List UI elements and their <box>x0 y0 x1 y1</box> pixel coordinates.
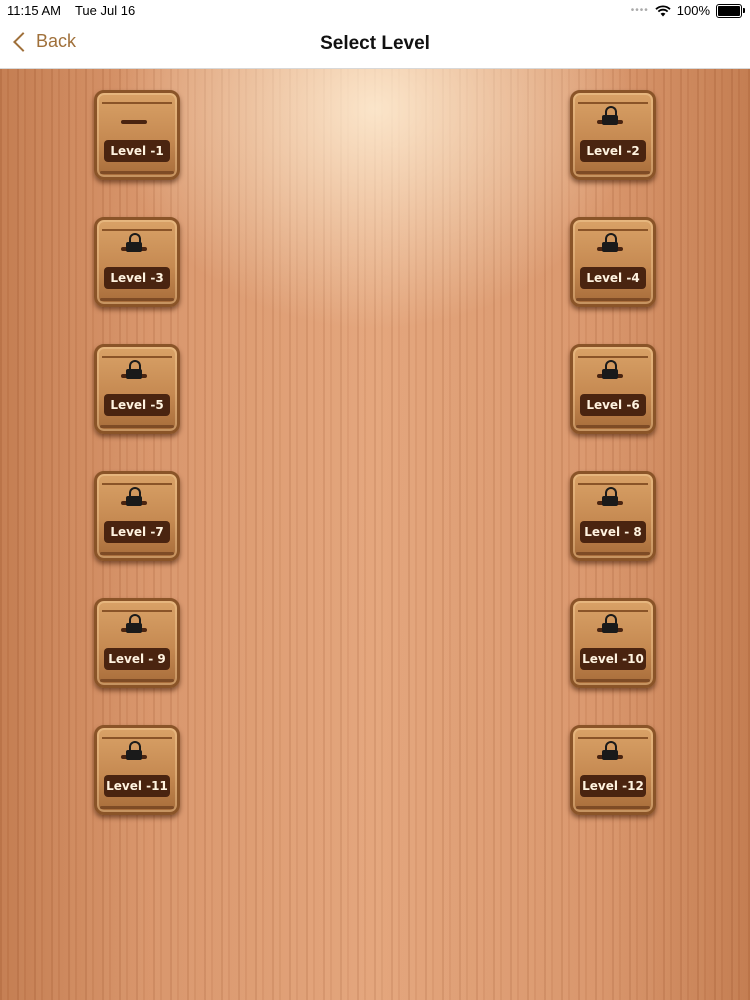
level-tile-lid <box>578 602 648 612</box>
level-label: Level -2 <box>580 140 646 162</box>
battery-percent: 100% <box>676 3 710 18</box>
level-tile-lid <box>578 221 648 231</box>
level-tile-lid <box>102 221 172 231</box>
level-label: Level -1 <box>104 140 170 162</box>
level-tile-lid <box>578 348 648 358</box>
level-tile-base <box>100 806 174 809</box>
level-tile-2[interactable]: Level -2 <box>570 90 656 180</box>
level-tile-6[interactable]: Level -6 <box>570 344 656 434</box>
level-tile-lid <box>102 94 172 104</box>
lock-icon <box>126 487 142 506</box>
level-tile-base <box>576 425 650 428</box>
level-tile-lid <box>578 94 648 104</box>
battery-icon <box>716 3 745 18</box>
level-tile-base <box>576 298 650 301</box>
status-right: •••• 100% <box>630 3 745 18</box>
lock-icon <box>126 233 142 252</box>
level-label: Level -10 <box>580 648 646 670</box>
lock-icon <box>126 360 142 379</box>
level-tile-11[interactable]: Level -11 <box>94 725 180 815</box>
lock-icon <box>602 614 618 633</box>
lock-icon <box>602 106 618 125</box>
level-tile-base <box>100 425 174 428</box>
wifi-icon <box>655 4 671 16</box>
level-tile-lid <box>102 475 172 485</box>
level-label: Level -3 <box>104 267 170 289</box>
level-label: Level -4 <box>580 267 646 289</box>
status-time: 11:15 AM <box>7 3 61 18</box>
level-tile-base <box>100 679 174 682</box>
level-tile-3[interactable]: Level -3 <box>94 217 180 307</box>
lock-icon <box>602 741 618 760</box>
level-tile-lid <box>102 729 172 739</box>
status-left: 11:15 AM Tue Jul 16 <box>7 3 149 18</box>
level-tile-lid <box>102 602 172 612</box>
level-tile-base <box>576 679 650 682</box>
level-tile-5[interactable]: Level -5 <box>94 344 180 434</box>
level-label: Level - 9 <box>104 648 170 670</box>
level-tile-1[interactable]: Level -1 <box>94 90 180 180</box>
level-tile-9[interactable]: Level - 9 <box>94 598 180 688</box>
lock-icon <box>602 360 618 379</box>
level-tile-base <box>576 171 650 174</box>
page-title: Select Level <box>320 33 430 54</box>
level-tile-8[interactable]: Level - 8 <box>570 471 656 561</box>
status-date: Tue Jul 16 <box>74 3 136 18</box>
level-label: Level -12 <box>580 775 646 797</box>
level-tile-base <box>576 806 650 809</box>
level-tile-lid <box>578 729 648 739</box>
lock-icon <box>126 741 142 760</box>
level-tile-12[interactable]: Level -12 <box>570 725 656 815</box>
signal-dots-icon: •••• <box>630 5 649 16</box>
screen: 11:15 AM Tue Jul 16 •••• 100% Back Select… <box>0 0 750 1000</box>
lock-icon <box>602 487 618 506</box>
level-label: Level -7 <box>104 521 170 543</box>
level-tile-base <box>100 552 174 555</box>
level-label: Level - 8 <box>580 521 646 543</box>
level-tile-7[interactable]: Level -7 <box>94 471 180 561</box>
level-tile-10[interactable]: Level -10 <box>570 598 656 688</box>
level-tile-base <box>100 298 174 301</box>
status-bar: 11:15 AM Tue Jul 16 •••• 100% <box>0 0 750 22</box>
nav-bar: Back Select Level <box>0 22 750 69</box>
level-tile-4[interactable]: Level -4 <box>570 217 656 307</box>
level-label: Level -11 <box>104 775 170 797</box>
level-tile-base <box>576 552 650 555</box>
level-label: Level -5 <box>104 394 170 416</box>
lock-icon <box>602 233 618 252</box>
level-tile-lid <box>578 475 648 485</box>
lock-icon <box>126 614 142 633</box>
level-tile-base <box>100 171 174 174</box>
level-label: Level -6 <box>580 394 646 416</box>
level-tile-lid <box>102 348 172 358</box>
level-tile-slot <box>121 120 147 124</box>
